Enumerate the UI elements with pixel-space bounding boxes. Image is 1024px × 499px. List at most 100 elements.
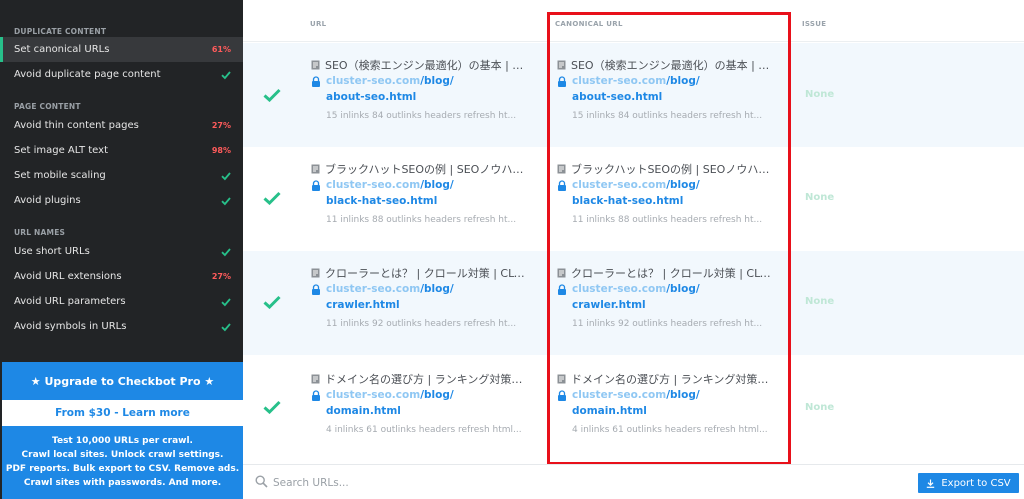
document-icon [557, 60, 566, 70]
table-row[interactable]: ドメイン名の選び方 | ランキング対策 | ... cluster-seo.co… [243, 355, 1024, 459]
url-cell[interactable]: ドメイン名の選び方 | ランキング対策 | ... cluster-seo.co… [311, 371, 526, 441]
url-path: /blog/ [666, 389, 700, 401]
sidebar-item-avoid-url-extensions[interactable]: Avoid URL extensions 27% [0, 264, 243, 289]
sidebar-item-label: Use short URLs [14, 246, 90, 257]
upgrade-feature-line: Crawl sites with passwords. And more. [23, 478, 222, 488]
url-meta: 11 inlinks 92 outlinks headers refresh h… [572, 319, 763, 329]
url-host: cluster-seo.com [572, 389, 667, 401]
url-path: /blog/ [420, 283, 454, 295]
issue-status: None [805, 192, 835, 203]
check-icon [263, 191, 281, 205]
url-cell[interactable]: クローラーとは？ | クロール対策 | CLUS... cluster-seo.… [311, 265, 526, 335]
check-icon [221, 70, 231, 79]
url-path: /blog/ [666, 75, 700, 87]
upgrade-feature-line: PDF reports. Bulk export to CSV. Remove … [5, 464, 240, 474]
url-meta: 15 inlinks 84 outlinks headers refresh h… [572, 111, 763, 121]
export-csv-label: Export to CSV [941, 477, 1011, 489]
page-title: SEO（検索エンジン最適化）の基本 | SEO... [325, 59, 525, 72]
sidebar-item-avoid-symbols-in-urls[interactable]: Avoid symbols in URLs [0, 314, 243, 339]
lock-icon [558, 389, 566, 401]
table-row[interactable]: クローラーとは？ | クロール対策 | CLUS... cluster-seo.… [243, 251, 1024, 355]
check-icon [263, 88, 281, 102]
lock-icon [312, 179, 320, 191]
url-file[interactable]: crawler.html [311, 297, 526, 313]
sidebar-item-avoid-plugins[interactable]: Avoid plugins [0, 188, 243, 213]
check-icon [221, 196, 231, 205]
url-file[interactable]: domain.html [557, 403, 772, 419]
url-cell[interactable]: SEO（検索エンジン最適化）の基本 | SEO... cluster-seo.c… [311, 57, 526, 127]
page-title: クローラーとは？ | クロール対策 | CLUS... [571, 267, 771, 280]
sidebar-item-label: Avoid symbols in URLs [14, 321, 127, 332]
table-row[interactable]: ブラックハットSEOの例 | SEOノウハウ... cluster-seo.co… [243, 147, 1024, 251]
column-header-issue[interactable]: ISSUE [802, 20, 826, 28]
url-file[interactable]: crawler.html [557, 297, 772, 313]
canonical-url-cell[interactable]: クローラーとは？ | クロール対策 | CLUS... cluster-seo.… [557, 265, 772, 335]
page-title: ブラックハットSEOの例 | SEOノウハウ... [571, 163, 771, 176]
sidebar-item-percent: 27% [211, 121, 231, 130]
table-row[interactable]: SEO（検索エンジン最適化）の基本 | SEO... cluster-seo.c… [243, 43, 1024, 147]
url-path: /blog/ [666, 179, 700, 191]
url-path: /blog/ [420, 179, 454, 191]
url-file[interactable]: domain.html [311, 403, 526, 419]
checkbot-app: DUPLICATE CONTENT Set canonical URLs 61%… [0, 0, 1024, 499]
document-icon [311, 268, 320, 278]
results-panel: URL CANONICAL URL ISSUE SEO（検索エンジン最適化）の基… [243, 0, 1024, 499]
search-input[interactable] [273, 472, 673, 494]
document-icon [557, 164, 566, 174]
issue-status: None [805, 89, 835, 100]
sidebar-item-avoid-url-parameters[interactable]: Avoid URL parameters [0, 289, 243, 314]
sidebar-item-avoid-thin-content-pages[interactable]: Avoid thin content pages 27% [0, 113, 243, 138]
upgrade-title: ★ Upgrade to Checkbot Pro ★ [30, 374, 215, 388]
check-icon [221, 247, 231, 256]
sidebar-item-use-short-urls[interactable]: Use short URLs [0, 239, 243, 264]
url-file[interactable]: black-hat-seo.html [311, 193, 526, 209]
url-file[interactable]: black-hat-seo.html [557, 193, 772, 209]
lock-icon [312, 75, 320, 87]
sidebar-item-set-image-alt-text[interactable]: Set image ALT text 98% [0, 138, 243, 163]
sidebar-item-set-canonical-urls[interactable]: Set canonical URLs 61% [0, 37, 243, 62]
url-host: cluster-seo.com [572, 75, 667, 87]
check-icon [221, 322, 231, 331]
upgrade-features: Test 10,000 URLs per crawl. Crawl local … [2, 426, 243, 490]
table-header: URL CANONICAL URL ISSUE [243, 0, 1024, 42]
page-title: SEO（検索エンジン最適化）の基本 | SEO... [571, 59, 771, 72]
issue-status: None [805, 296, 835, 307]
learn-more-button[interactable]: From $30 - Learn more [2, 400, 243, 426]
column-header-canonical-url[interactable]: CANONICAL URL [555, 20, 623, 28]
footer-bar: Export to CSV [243, 464, 1024, 499]
sidebar-item-label: Set mobile scaling [14, 170, 106, 181]
download-icon [927, 479, 935, 488]
url-host: cluster-seo.com [326, 179, 421, 191]
url-meta: 11 inlinks 88 outlinks headers refresh h… [572, 215, 763, 225]
url-cell[interactable]: ブラックハットSEOの例 | SEOノウハウ... cluster-seo.co… [311, 161, 526, 231]
sidebar-item-label: Avoid duplicate page content [14, 69, 161, 80]
document-icon [557, 268, 566, 278]
url-file[interactable]: about-seo.html [311, 89, 526, 105]
upgrade-feature-line: Crawl local sites. Unlock crawl settings… [21, 450, 224, 460]
issue-status: None [805, 402, 835, 413]
page-title: ドメイン名の選び方 | ランキング対策 | ... [571, 373, 771, 386]
export-csv-button[interactable]: Export to CSV [918, 473, 1019, 493]
column-header-url[interactable]: URL [310, 20, 326, 28]
canonical-url-cell[interactable]: SEO（検索エンジン最適化）の基本 | SEO... cluster-seo.c… [557, 57, 772, 127]
lock-icon [558, 75, 566, 87]
lock-icon [558, 179, 566, 191]
canonical-url-cell[interactable]: ブラックハットSEOの例 | SEOノウハウ... cluster-seo.co… [557, 161, 772, 231]
url-file[interactable]: about-seo.html [557, 89, 772, 105]
url-path: /blog/ [666, 283, 700, 295]
sidebar-item-label: Avoid thin content pages [14, 120, 139, 131]
sidebar-item-percent: 27% [211, 272, 231, 281]
sidebar-item-avoid-duplicate-page-content[interactable]: Avoid duplicate page content [0, 62, 243, 87]
url-host: cluster-seo.com [572, 179, 667, 191]
page-title: クローラーとは？ | クロール対策 | CLUS... [325, 267, 525, 280]
sidebar-item-label: Set canonical URLs [14, 44, 110, 55]
page-title: ドメイン名の選び方 | ランキング対策 | ... [325, 373, 525, 386]
sidebar-item-set-mobile-scaling[interactable]: Set mobile scaling [0, 163, 243, 188]
url-meta: 11 inlinks 88 outlinks headers refresh h… [326, 215, 517, 225]
sidebar-item-label: Avoid URL parameters [14, 296, 126, 307]
lock-icon [558, 283, 566, 295]
canonical-url-cell[interactable]: ドメイン名の選び方 | ランキング対策 | ... cluster-seo.co… [557, 371, 772, 441]
document-icon [557, 374, 566, 384]
url-path: /blog/ [420, 75, 454, 87]
sidebar-section-title: URL NAMES [14, 228, 66, 237]
